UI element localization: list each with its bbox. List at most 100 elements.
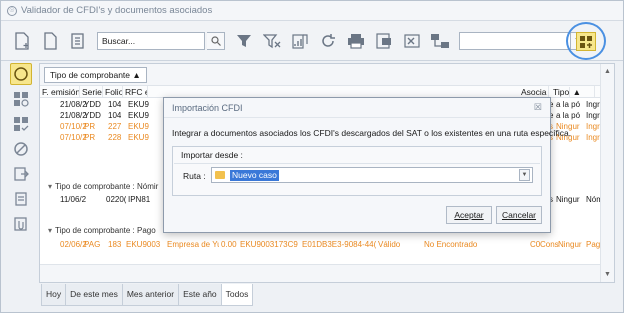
cell-rfc: EKU9003 xyxy=(126,240,161,249)
cell-folio: 104 xyxy=(108,100,122,109)
cell-nombre: Empresa de Yu xyxy=(167,240,219,249)
accept-button[interactable]: Aceptar xyxy=(446,206,492,224)
cell-rfc: IPN81 xyxy=(128,195,151,204)
scroll-up-icon[interactable]: ▲ xyxy=(604,68,611,75)
cell-serie: PR xyxy=(84,122,96,131)
folder-icon xyxy=(215,171,225,179)
import-cfdi-button[interactable] xyxy=(576,32,596,51)
col-fecha-emision[interactable]: F. emisión xyxy=(40,86,80,97)
cell-asocia: a la pó xyxy=(556,100,581,109)
refresh-icon[interactable] xyxy=(315,28,341,54)
cell-folio: 183 xyxy=(108,240,122,249)
scroll-down-icon[interactable]: ▼ xyxy=(604,271,611,278)
sidebar-document-icon[interactable] xyxy=(10,188,32,210)
filter-icon[interactable] xyxy=(231,28,257,54)
group-header-nomina[interactable]: ▾ Tipo de comprobante : Nómir xyxy=(48,182,158,191)
dialog-description: Integrar a documentos asociados los CFDI… xyxy=(172,128,572,138)
cell-asocia: a la pó xyxy=(556,111,581,120)
cell-validez: Válido xyxy=(378,240,401,249)
tab-hoy[interactable]: Hoy xyxy=(41,284,67,306)
tab-mes-anterior[interactable]: Mes anterior xyxy=(121,284,180,306)
cell-serie: PR xyxy=(84,133,96,142)
clear-filter-icon[interactable] xyxy=(259,28,285,54)
group-title: Tipo de comprobante : Pago xyxy=(55,226,156,235)
cell-folio: 104 xyxy=(108,111,122,120)
cell-fecha: 07/10/2 xyxy=(60,133,87,142)
export-excel-icon[interactable] xyxy=(399,28,425,54)
ruta-value[interactable]: Nuevo caso xyxy=(230,170,279,181)
cell-rfc: EKU9 xyxy=(128,122,149,131)
close-icon[interactable]: ☒ xyxy=(534,102,542,113)
col-hidden xyxy=(148,86,519,97)
chevron-down-icon: ▾ xyxy=(48,226,53,235)
cancel-button[interactable]: Cancelar xyxy=(496,206,542,224)
cell-fecha: 02/06/2 xyxy=(60,240,87,249)
ruta-combobox[interactable]: Nuevo caso ▼ xyxy=(211,167,533,183)
sidebar-timeline-icon[interactable] xyxy=(10,88,32,110)
group-legend: Importar desde : xyxy=(181,150,243,160)
app-window: ☉ Validador de CFDI's y documentos asoci… xyxy=(0,0,624,313)
search-input[interactable]: Buscar... xyxy=(97,31,205,50)
chevron-down-icon[interactable]: ▼ xyxy=(519,169,530,181)
dialog-title: Importación CFDI xyxy=(164,98,550,118)
group-by-bar: Tipo de comprobante ▲ xyxy=(40,64,614,86)
cell-fecha: 07/10/2 xyxy=(60,122,87,131)
cell-uuid: E01DB3E3-9084-44( xyxy=(302,240,376,249)
vertical-scrollbar[interactable]: ▲ ▼ xyxy=(600,64,614,282)
tab-este-anio[interactable]: Este año xyxy=(178,284,222,306)
cell-monto: 0.00 xyxy=(221,240,237,249)
cell-folio: 227 xyxy=(108,122,122,131)
table-row[interactable]: 02/06/2 PAG 183 EKU9003 Empresa de Yu 0.… xyxy=(40,239,605,250)
cell-serie: YDD xyxy=(84,100,101,109)
ruta-label: Ruta : xyxy=(183,171,206,181)
tab-todos[interactable]: Todos xyxy=(220,284,254,306)
group-title: Tipo de comprobante : Nómir xyxy=(55,182,159,191)
sidebar-export-icon[interactable] xyxy=(10,163,32,185)
title-bar: ☉ Validador de CFDI's y documentos asoci… xyxy=(1,1,623,21)
report-icon[interactable] xyxy=(287,28,313,54)
group-chip[interactable]: Tipo de comprobante ▲ xyxy=(44,66,147,83)
cell-rfc: EKU9 xyxy=(128,100,149,109)
period-tabs: Hoy De este mes Mes anterior Este año To… xyxy=(41,284,254,306)
cell-fecha: 21/08/2 xyxy=(60,100,87,109)
document-list-icon[interactable] xyxy=(65,28,91,54)
document-icon[interactable] xyxy=(37,28,63,54)
cell-cons: Cons xyxy=(540,240,559,249)
left-sidebar xyxy=(9,63,33,293)
tab-este-mes[interactable]: De este mes xyxy=(65,284,123,306)
new-document-icon[interactable] xyxy=(9,28,35,54)
chevron-down-icon: ▾ xyxy=(48,182,53,191)
sidebar-circle-icon[interactable] xyxy=(10,63,32,85)
summary-bar xyxy=(40,264,602,282)
col-tipo-label: Tipo xyxy=(551,87,571,97)
cell-rfc-receptor: EKU9003173C9 xyxy=(240,240,298,249)
cell-c0: C0 xyxy=(530,240,541,249)
hierarchy-icon[interactable] xyxy=(427,28,453,54)
sidebar-grid-check-icon[interactable] xyxy=(10,113,32,135)
export-pdf-icon[interactable] xyxy=(371,28,397,54)
divider xyxy=(174,163,540,164)
sidebar-blocked-icon[interactable] xyxy=(10,138,32,160)
print-icon[interactable] xyxy=(343,28,369,54)
search-icon[interactable] xyxy=(207,31,225,50)
group-chip-label: Tipo de comprobante xyxy=(50,69,131,80)
cell-estatus-sat: No Encontrado xyxy=(424,240,478,249)
app-icon: ☉ xyxy=(7,5,17,16)
selector-input[interactable] xyxy=(459,31,571,50)
cell-rfc: EKU9 xyxy=(128,111,149,120)
sidebar-attach-icon[interactable] xyxy=(10,213,32,235)
window-title: Validador de CFDI's y documentos asociad… xyxy=(21,5,213,16)
cell-folio: 0220( xyxy=(106,195,127,204)
col-serie[interactable]: Serie xyxy=(80,86,103,97)
col-rfc[interactable]: RFC e xyxy=(123,86,148,97)
col-tipo[interactable]: Tipo ▲ xyxy=(549,86,595,97)
cell-fecha: 11/06/2 xyxy=(60,195,87,204)
cell-asocia: Ningur xyxy=(558,240,582,249)
col-asocia[interactable]: Asocia xyxy=(519,86,549,97)
cell-serie: PAG xyxy=(84,240,101,249)
group-header-pago[interactable]: ▾ Tipo de comprobante : Pago xyxy=(48,226,156,235)
cell-asocia: Ningur xyxy=(556,195,580,204)
col-folio[interactable]: Folio xyxy=(103,86,123,97)
toolbar: Buscar... ▼ xyxy=(1,21,623,61)
cell-folio: 228 xyxy=(108,133,122,142)
